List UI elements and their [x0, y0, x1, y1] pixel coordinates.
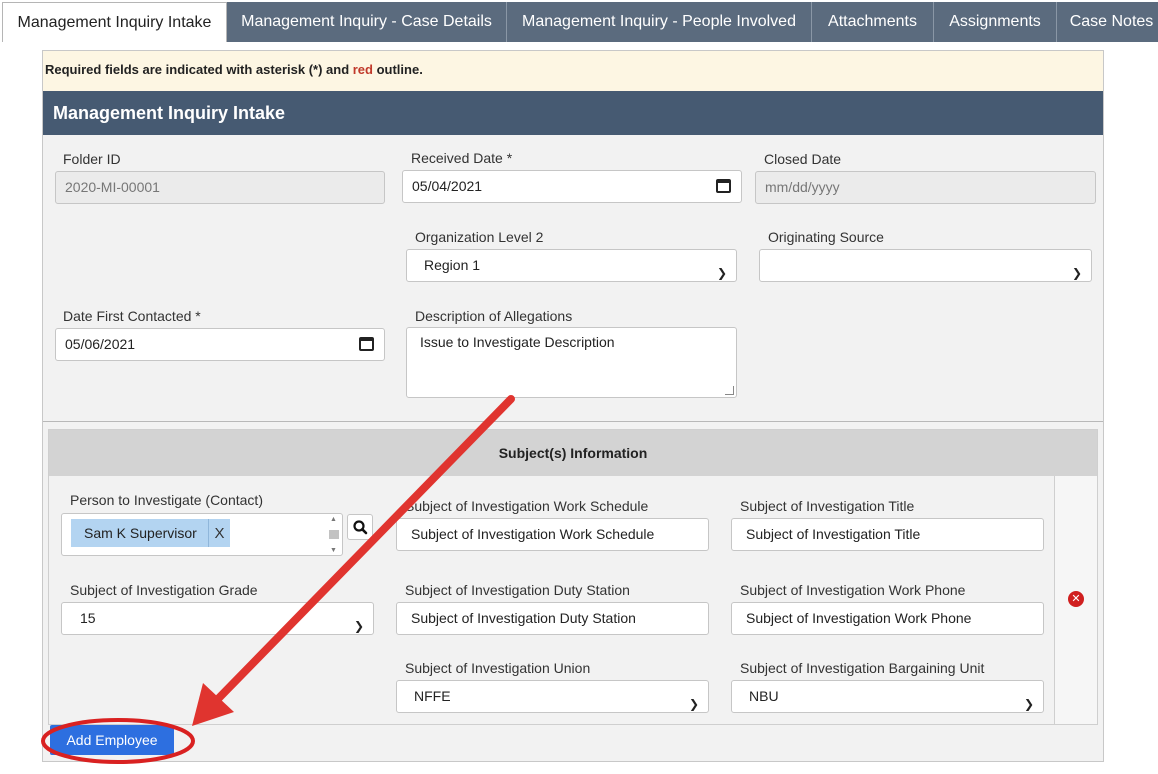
grade-select[interactable]: 15 ❯: [61, 602, 374, 635]
org-level-2-select[interactable]: Region 1 ❯: [406, 249, 737, 282]
bargaining-unit-label: Subject of Investigation Bargaining Unit: [740, 660, 985, 676]
subjects-title: Subject(s) Information: [49, 430, 1097, 476]
subjects-section: Subject(s) Information Person to Investi…: [48, 429, 1098, 725]
work-phone-input[interactable]: Subject of Investigation Work Phone: [731, 602, 1044, 635]
duty-station-input[interactable]: Subject of Investigation Duty Station: [396, 602, 709, 635]
search-icon: [353, 520, 368, 535]
description-label: Description of Allegations: [415, 308, 573, 324]
title-input[interactable]: Subject of Investigation Title: [731, 518, 1044, 551]
required-fields-notice: Required fields are indicated with aster…: [43, 51, 1103, 91]
received-date-input[interactable]: 05/04/2021: [402, 170, 742, 203]
chevron-down-icon: ❯: [1071, 266, 1082, 280]
person-to-investigate-label: Person to Investigate (Contact): [70, 492, 263, 508]
add-employee-button[interactable]: Add Employee: [50, 725, 174, 755]
folder-id-label: Folder ID: [63, 151, 121, 167]
scroll-up-icon[interactable]: ▲: [330, 516, 337, 523]
received-date-value: 05/04/2021: [412, 178, 483, 194]
scrollbar[interactable]: ▲ ▼: [328, 516, 340, 554]
duty-station-label: Subject of Investigation Duty Station: [405, 582, 630, 598]
resize-handle-icon[interactable]: [725, 386, 734, 395]
tab-assignments[interactable]: Assignments: [934, 2, 1057, 42]
date-first-contacted-input[interactable]: 05/06/2021: [55, 328, 385, 361]
remove-subject-icon[interactable]: ✕: [1068, 591, 1084, 607]
title-label: Subject of Investigation Title: [740, 498, 915, 514]
org-level-2-label: Organization Level 2: [415, 229, 544, 245]
intake-form-panel: Required fields are indicated with aster…: [42, 50, 1104, 762]
description-value: Issue to Investigate Description: [420, 334, 615, 350]
notice-red-word: red: [352, 62, 373, 77]
originating-source-select[interactable]: ❯: [759, 249, 1092, 282]
union-label: Subject of Investigation Union: [405, 660, 591, 676]
notice-suffix: outline.: [372, 62, 423, 77]
scroll-thumb[interactable]: [329, 530, 339, 539]
originating-source-label: Originating Source: [768, 229, 884, 245]
work-schedule-input[interactable]: Subject of Investigation Work Schedule: [396, 518, 709, 551]
calendar-icon[interactable]: [359, 337, 374, 351]
search-contact-button[interactable]: [347, 514, 373, 540]
tab-management-inquiry-intake[interactable]: Management Inquiry Intake: [2, 2, 227, 42]
tab-case-notes[interactable]: Case Notes: [1057, 2, 1158, 42]
chevron-down-icon: ❯: [688, 697, 699, 711]
description-textarea[interactable]: Issue to Investigate Description: [406, 327, 737, 398]
tab-case-details[interactable]: Management Inquiry - Case Details: [227, 2, 507, 42]
chevron-down-icon: ❯: [353, 619, 364, 633]
bargaining-unit-value: NBU: [749, 688, 779, 704]
work-phone-label: Subject of Investigation Work Phone: [740, 582, 966, 598]
date-first-contacted-value: 05/06/2021: [65, 336, 136, 352]
contact-tag: Sam K Supervisor: [71, 519, 210, 547]
grade-label: Subject of Investigation Grade: [70, 582, 258, 598]
chevron-down-icon: ❯: [1023, 697, 1034, 711]
calendar-icon[interactable]: [716, 179, 731, 193]
scroll-down-icon[interactable]: ▼: [330, 547, 337, 554]
union-select[interactable]: NFFE ❯: [396, 680, 709, 713]
chevron-down-icon: ❯: [716, 266, 727, 280]
closed-date-label: Closed Date: [764, 151, 842, 167]
notice-text: Required fields are indicated with aster…: [45, 62, 353, 77]
date-first-contacted-label: Date First Contacted *: [63, 308, 201, 324]
received-date-label: Received Date *: [411, 150, 513, 166]
closed-date-input: mm/dd/yyyy: [755, 171, 1096, 204]
tab-attachments[interactable]: Attachments: [812, 2, 934, 42]
grade-value: 15: [80, 610, 96, 626]
tab-people-involved[interactable]: Management Inquiry - People Involved: [507, 2, 812, 42]
person-to-investigate-input[interactable]: Sam K Supervisor X ▲ ▼: [61, 513, 343, 556]
row-actions: ✕: [1054, 476, 1097, 724]
union-value: NFFE: [414, 688, 451, 704]
section-title: Management Inquiry Intake: [43, 91, 1103, 135]
bargaining-unit-select[interactable]: NBU ❯: [731, 680, 1044, 713]
org-level-2-value: Region 1: [424, 257, 481, 273]
folder-id-field: 2020-MI-00001: [55, 171, 385, 204]
remove-contact-button[interactable]: X: [208, 519, 230, 547]
work-schedule-label: Subject of Investigation Work Schedule: [405, 498, 649, 514]
tab-bar: Management Inquiry Intake Management Inq…: [0, 0, 1158, 42]
divider: [43, 421, 1103, 422]
